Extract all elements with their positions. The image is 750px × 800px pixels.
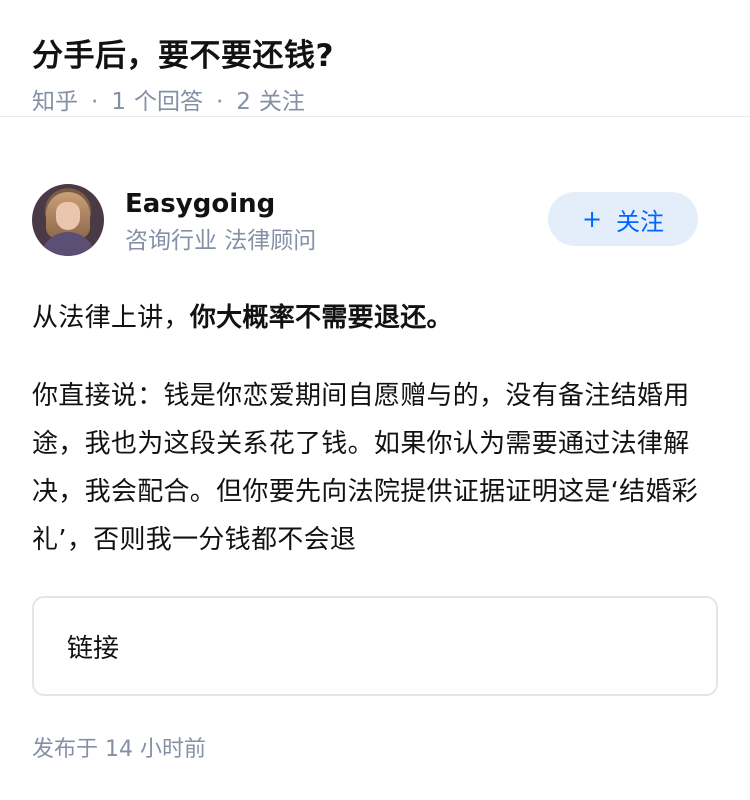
link-card[interactable]: 链接	[32, 596, 718, 696]
avatar-body-shape	[40, 232, 96, 256]
published-time: 发布于 14 小时前	[32, 737, 206, 762]
meta-separator-dot: ·	[215, 89, 224, 115]
answer-paragraph-1: 从法律上讲，你大概率不需要退还。	[32, 294, 718, 342]
author-name[interactable]: Easygoing	[125, 188, 275, 220]
question-title[interactable]: 分手后，要不要还钱?	[32, 34, 718, 78]
plus-icon: +	[581, 205, 603, 233]
question-header: 分手后，要不要还钱? 知乎 · 1 个回答 · 2 关注	[0, 0, 750, 117]
avatar-face-shape	[56, 202, 80, 230]
question-meta: 知乎 · 1 个回答 · 2 关注	[32, 86, 718, 118]
answer-content: 从法律上讲，你大概率不需要退还。 你直接说：钱是你恋爱期间自愿赠与的，没有备注结…	[0, 294, 750, 564]
answer-count-label[interactable]: 个回答	[134, 86, 203, 118]
answer-paragraph-2: 你直接说：钱是你恋爱期间自愿赠与的，没有备注结婚用途，我也为这段关系花了钱。如果…	[32, 381, 699, 555]
follow-button[interactable]: + 关注	[548, 192, 698, 246]
meta-separator-dot: ·	[91, 89, 99, 115]
follow-button-label: 关注	[616, 207, 665, 236]
link-card-label: 链接	[67, 633, 120, 664]
avatar[interactable]	[32, 184, 104, 256]
author-row: Easygoing 咨询行业 法律顾问 + 关注	[0, 184, 750, 264]
answer-paragraph-1-text: 从法律上讲，	[32, 303, 190, 333]
author-headline: 咨询行业 法律顾问	[125, 228, 317, 254]
follow-count-label[interactable]: 关注	[259, 86, 305, 118]
answer-count: 1	[111, 89, 126, 115]
answer-paragraph-1-bold: 你大概率不需要退还。	[189, 303, 453, 333]
follow-count: 2	[236, 89, 251, 115]
source-label[interactable]: 知乎	[32, 86, 78, 118]
